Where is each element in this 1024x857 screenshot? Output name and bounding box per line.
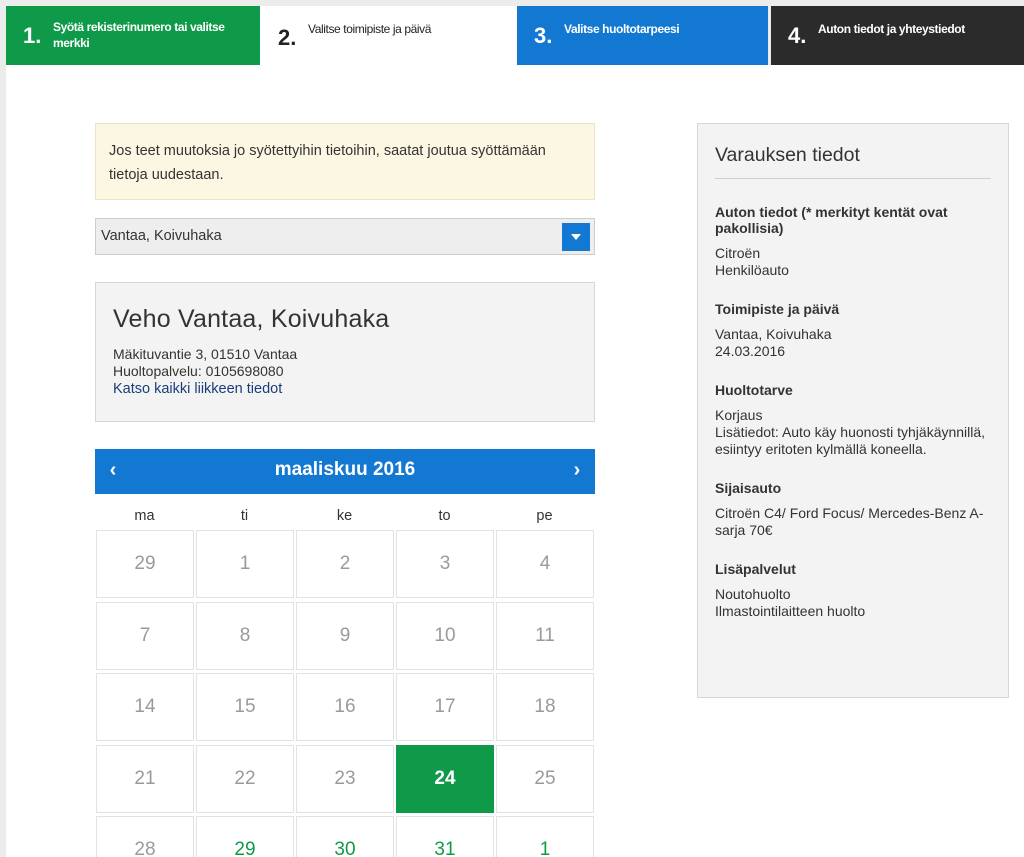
summary-section-heading: Huoltotarve	[715, 382, 793, 398]
calendar-day: 15	[196, 673, 294, 741]
calendar-day: 4	[496, 530, 594, 598]
step-4-number: 4.	[788, 23, 807, 48]
step-1-tab[interactable]: 1. Syötä rekisterinumero tai valitse mer…	[6, 6, 260, 65]
calendar-day: 1	[196, 530, 294, 598]
weekday-label: to	[438, 508, 451, 524]
summary-section-heading: Lisäpalvelut	[715, 561, 796, 577]
calendar-day[interactable]: 31	[396, 816, 494, 857]
step-1-number: 1.	[23, 23, 42, 48]
calendar-day: 29	[96, 530, 194, 598]
main-content: Jos teet muutoksia jo syötettyihin tieto…	[6, 65, 1024, 857]
calendar-day-selected[interactable]: 24	[396, 744, 494, 813]
calendar-day: 18	[496, 673, 594, 741]
summary-section-heading: Auton tiedot (* merkityt kentät ovat pak…	[715, 204, 948, 236]
location-address: Mäkituvantie 3, 01510 Vantaa	[113, 346, 298, 362]
step-2-number: 2.	[278, 25, 297, 50]
change-warning: Jos teet muutoksia jo syötettyihin tieto…	[95, 123, 595, 200]
summary-section-heading: Sijaisauto	[715, 480, 782, 496]
weekday-label: ti	[240, 508, 249, 524]
summary-section-line: Korjaus	[715, 407, 763, 423]
calendar-day: 9	[296, 601, 394, 670]
summary-section-line: 24.03.2016	[715, 343, 786, 359]
step-4-tab[interactable]: 4. Auton tiedot ja yhteystiedot	[771, 6, 1024, 65]
step-1-label: Syötä rekisterinumero tai valitse merkki	[53, 20, 225, 50]
calendar-day[interactable]: 30	[296, 816, 394, 857]
calendar-day: 7	[96, 601, 194, 670]
summary-section-line: Lisätiedot: Auto käy huonosti tyhjäkäynn…	[715, 424, 986, 457]
calendar-day: 8	[196, 601, 294, 670]
summary-section-line: Henkilöauto	[715, 262, 789, 278]
summary-section: Sijaisauto Citroën C4/ Ford Focus/ Merced…	[715, 480, 991, 539]
summary-section-line: Noutohuolto	[715, 586, 791, 602]
dropdown-toggle[interactable]	[562, 223, 590, 251]
calendar-day: 25	[496, 744, 594, 813]
weekday-label: ke	[336, 508, 353, 524]
location-details-link[interactable]: Katso kaikki liikkeen tiedot	[113, 380, 577, 398]
step-progress-bar: 1. Syötä rekisterinumero tai valitse mer…	[6, 6, 1024, 67]
location-select-value: Vantaa, Koivuhaka	[101, 228, 222, 244]
summary-section: Toimipiste ja päivä Vantaa, Koivuhaka 24.0…	[715, 301, 991, 360]
calendar-header: ‹ maaliskuu 2016 ›	[95, 449, 595, 494]
chevron-down-icon	[571, 234, 581, 240]
booking-summary-panel: Varauksen tiedot Auton tiedot (* merkity…	[697, 123, 1009, 698]
summary-section: Huoltotarve Korjaus Lisätiedot: Auto käy h…	[715, 382, 991, 458]
calendar-day: 16	[296, 673, 394, 741]
calendar-day: 17	[396, 673, 494, 741]
location-select[interactable]: Vantaa, Koivuhaka	[95, 218, 595, 255]
step-2-tab[interactable]: 2. Valitse toimipiste ja päivä	[260, 6, 517, 67]
step-3-number: 3.	[534, 23, 553, 48]
location-card: Veho Vantaa, Koivuhaka Mäkituvantie 3, 0…	[95, 282, 595, 422]
step-4-label: Auton tiedot ja yhteystiedot	[818, 22, 965, 36]
calendar-day: 22	[196, 744, 294, 813]
calendar-day[interactable]: 29	[196, 816, 294, 857]
calendar-day[interactable]: 1	[496, 816, 594, 857]
location-phone: Huoltopalvelu: 0105698080	[113, 363, 284, 379]
calendar-day: 28	[96, 816, 194, 857]
weekday-label: ma	[134, 508, 155, 524]
calendar-day: 14	[96, 673, 194, 741]
summary-section: Lisäpalvelut Noutohuolto Ilmastointilaitte…	[715, 561, 991, 620]
calendar-day: 21	[96, 744, 194, 813]
summary-section-line: Vantaa, Koivuhaka	[715, 326, 832, 342]
summary-section: Auton tiedot (* merkityt kentät ovat pak…	[715, 204, 991, 279]
calendar-month-title: maaliskuu 2016	[274, 459, 416, 480]
summary-section-heading: Toimipiste ja päivä	[715, 301, 840, 317]
summary-section-line: Ilmastointilaitteen huolto	[715, 603, 866, 619]
summary-title: Varauksen tiedot	[715, 144, 991, 179]
calendar-day: 3	[396, 530, 494, 598]
summary-section-line: Citroën	[715, 245, 761, 261]
summary-section-line: Citroën C4/ Ford Focus/ Mercedes-Benz A-…	[715, 505, 984, 538]
location-name: Veho Vantaa, Koivuhaka	[113, 305, 390, 333]
weekday-label: pe	[536, 508, 553, 524]
calendar-day: 11	[496, 601, 594, 670]
step-3-tab[interactable]: 3. Valitse huoltotarpeesi	[517, 6, 768, 65]
calendar-day: 23	[296, 744, 394, 813]
step-3-label: Valitse huoltotarpeesi	[564, 22, 680, 36]
calendar-day: 10	[396, 601, 494, 670]
calendar-day: 2	[296, 530, 394, 598]
chevron-right-icon[interactable]: ›	[565, 459, 589, 482]
calendar-weekdays: ma ti ke to pe	[95, 508, 595, 530]
step-2-label: Valitse toimipiste ja päivä	[308, 22, 432, 36]
